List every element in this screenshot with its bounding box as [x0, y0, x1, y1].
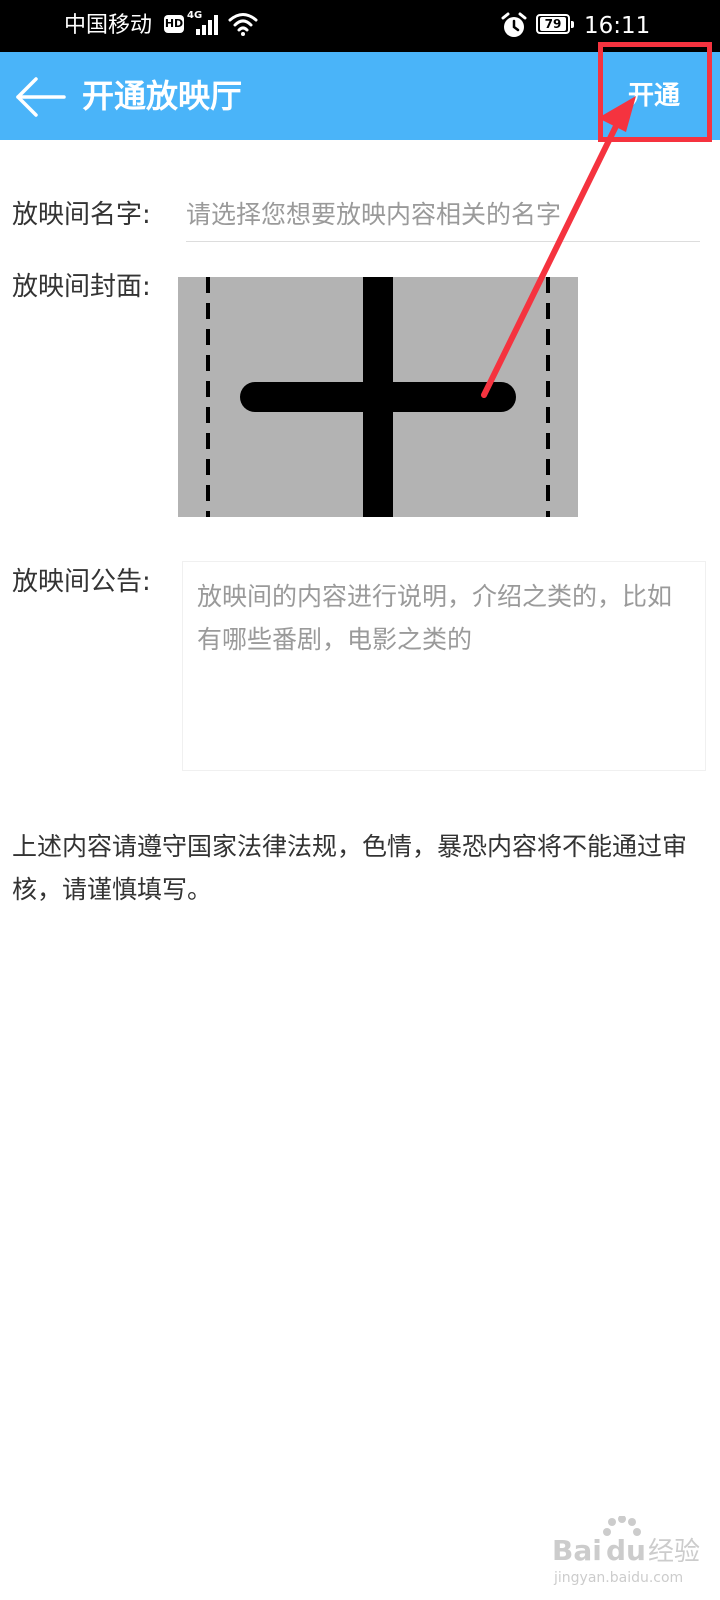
- page-title: 开通放映厅: [82, 77, 243, 115]
- baidu-jingyan-watermark: Bai du 经验 jingyan.baidu.com: [552, 1516, 700, 1586]
- battery-level: 79: [540, 17, 566, 31]
- svg-text:Bai: Bai: [552, 1534, 602, 1567]
- back-arrow-icon[interactable]: [14, 76, 68, 118]
- status-time: 16:11: [584, 13, 651, 39]
- add-image-icon: [206, 277, 550, 517]
- cover-upload-button[interactable]: [178, 277, 578, 517]
- svg-text:du: du: [606, 1534, 646, 1567]
- highlight-box: [598, 42, 712, 142]
- name-label: 放映间名字:: [12, 200, 151, 230]
- svg-text:jingyan.baidu.com: jingyan.baidu.com: [553, 1570, 683, 1586]
- wifi-icon: [228, 13, 258, 36]
- disclaimer-text: 上述内容请遵守国家法律法规，色情，暴恐内容将不能通过审核，请谨慎填写。: [12, 832, 688, 904]
- name-input[interactable]: [186, 188, 700, 242]
- svg-text:经验: 经验: [648, 1537, 700, 1567]
- carrier-name: 中国移动: [64, 13, 153, 38]
- notice-textarea[interactable]: [182, 561, 706, 771]
- hd-badge: HD: [164, 15, 184, 33]
- notice-label: 放映间公告:: [12, 567, 151, 597]
- battery-icon: 79: [536, 14, 574, 34]
- signal-icon: [196, 15, 218, 35]
- cover-label: 放映间封面:: [12, 272, 151, 302]
- alarm-icon: [501, 12, 527, 37]
